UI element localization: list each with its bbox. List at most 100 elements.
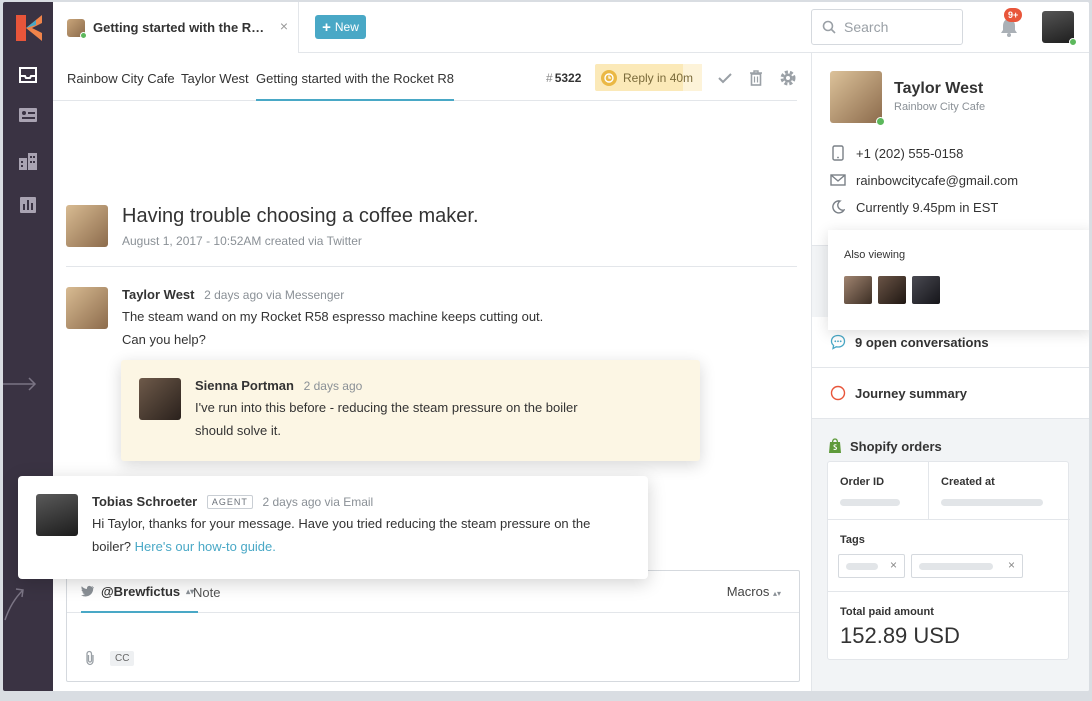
- remove-tag-icon[interactable]: ×: [890, 558, 897, 572]
- reply-composer[interactable]: @Brewfictus ▴▾ Note Macros ▴▾ CC: [66, 570, 800, 682]
- macros-dropdown[interactable]: Macros ▴▾: [727, 584, 781, 599]
- checkmark-icon[interactable]: [716, 69, 734, 87]
- message-header: Tobias Schroeter AGENT 2 days ago via Em…: [92, 494, 373, 509]
- viewer-avatar[interactable]: [844, 276, 872, 304]
- plus-icon: +: [322, 18, 331, 36]
- search-input[interactable]: Search: [811, 9, 963, 45]
- new-button[interactable]: + New: [315, 15, 366, 39]
- customer-avatar[interactable]: [830, 71, 885, 126]
- bar-chart-icon: [20, 197, 36, 213]
- note-tab[interactable]: Note: [193, 585, 220, 600]
- building-icon: [19, 153, 37, 170]
- tag-pill[interactable]: ×: [838, 554, 905, 578]
- message-time: 2 days ago: [303, 379, 363, 393]
- message-author: Sienna Portman: [195, 378, 294, 393]
- message-body: Hi Taylor, thanks for your message. Have…: [92, 516, 591, 554]
- shopify-title: Shopify orders: [850, 438, 942, 454]
- viewer-avatar[interactable]: [878, 276, 906, 304]
- inbox-icon: [19, 67, 37, 83]
- customer-phone[interactable]: +1 (202) 555-0158: [830, 145, 963, 161]
- placeholder-bar: [840, 499, 900, 506]
- subject-title: Having trouble choosing a coffee maker.: [122, 205, 479, 227]
- customer-profile: Taylor West Rainbow City Cafe +1 (202) 5…: [812, 53, 1089, 246]
- reply-timer[interactable]: Reply in 40m: [595, 64, 702, 91]
- subject-meta: August 1, 2017 - 10:52AM created via Twi…: [122, 234, 362, 248]
- kustomer-logo[interactable]: [16, 15, 42, 41]
- order-id-field: Order ID: [828, 462, 929, 520]
- created-at-field: Created at: [929, 462, 1070, 520]
- agent-badge: AGENT: [206, 495, 253, 509]
- tab-customer-avatar: [67, 18, 87, 39]
- message-header: Sienna Portman 2 days ago: [195, 378, 362, 393]
- online-indicator: [876, 117, 885, 126]
- envelope-icon: [830, 172, 846, 188]
- nav-reports[interactable]: [3, 190, 53, 220]
- breadcrumb-company[interactable]: Rainbow City Cafe: [67, 71, 175, 86]
- tab-title: Getting started with the R…: [93, 20, 265, 35]
- agent-reply-card: Tobias Schroeter AGENT 2 days ago via Em…: [18, 476, 648, 579]
- customer-avatar: [66, 287, 108, 329]
- notification-badge: 9+: [1004, 8, 1023, 22]
- conversation-tab[interactable]: Getting started with the R… ×: [53, 2, 299, 53]
- viewer-avatar[interactable]: [912, 276, 940, 304]
- app-window: Getting started with the R… × + New Sear…: [3, 2, 1089, 691]
- message-header: Taylor West 2 days ago via Messenger: [122, 287, 344, 302]
- agent-avatar: [36, 494, 78, 536]
- message-body: The steam wand on my Rocket R58 espresso…: [122, 309, 544, 347]
- search-icon: [822, 20, 836, 34]
- gear-icon[interactable]: [779, 69, 797, 87]
- tags-field: Tags × ×: [828, 520, 1070, 592]
- phone-icon: [830, 145, 846, 161]
- search-placeholder: Search: [844, 19, 889, 35]
- curved-arrow-icon: [4, 588, 24, 621]
- breadcrumb-customer[interactable]: Taylor West: [181, 71, 249, 86]
- total-paid-amount: 152.89 USD: [840, 623, 960, 648]
- new-button-label: New: [334, 20, 359, 34]
- customer-company[interactable]: Rainbow City Cafe: [894, 101, 985, 113]
- customer-name[interactable]: Taylor West: [894, 80, 983, 98]
- arrow-right-icon: [3, 377, 37, 391]
- nav-customers[interactable]: [3, 100, 53, 130]
- shopify-header: Shopify orders: [828, 438, 942, 454]
- placeholder-bar: [941, 499, 1043, 506]
- message-body: I've run into this before - reducing the…: [195, 400, 578, 438]
- nav-inbox[interactable]: [3, 60, 53, 90]
- online-indicator: [80, 31, 87, 39]
- ticket-number: #5322: [546, 71, 582, 85]
- message-time: 2 days ago via Messenger: [204, 288, 345, 302]
- left-nav-rail: [3, 2, 53, 691]
- message-customer: Taylor West 2 days ago via Messenger The…: [66, 287, 766, 357]
- customer-avatar: [66, 205, 108, 247]
- how-to-guide-link[interactable]: Here's our how-to guide.: [135, 539, 276, 554]
- conversation-pane: Rainbow City Cafe Taylor West Getting st…: [18, 53, 811, 691]
- current-user-avatar[interactable]: [1042, 11, 1077, 46]
- trash-icon[interactable]: [747, 69, 765, 87]
- online-indicator: [1069, 38, 1077, 46]
- journey-summary-label: Journey summary: [855, 385, 967, 401]
- total-paid-label: Total paid amount: [840, 606, 934, 618]
- tag-pill[interactable]: ×: [911, 554, 1023, 578]
- customer-email[interactable]: rainbowcitycafe@gmail.com: [830, 172, 1018, 188]
- breadcrumb-conversation[interactable]: Getting started with the Rocket R8: [256, 71, 454, 101]
- also-viewing-label: Also viewing: [844, 249, 906, 261]
- shopify-bag-icon: [829, 438, 841, 453]
- viewer-avatars: [844, 276, 940, 304]
- agent-avatar: [139, 378, 181, 420]
- journey-summary-link[interactable]: Journey summary: [812, 368, 1089, 419]
- message-author: Tobias Schroeter: [92, 494, 198, 509]
- conversation-subject: Having trouble choosing a coffee maker. …: [66, 205, 797, 267]
- open-conversations-label: 9 open conversations: [855, 334, 989, 350]
- paperclip-icon[interactable]: [83, 650, 97, 666]
- remove-tag-icon[interactable]: ×: [1008, 558, 1015, 572]
- nav-companies[interactable]: [3, 146, 53, 176]
- total-paid-field: Total paid amount 152.89 USD: [828, 592, 1070, 661]
- twitter-icon: [81, 585, 94, 597]
- internal-note-card: Sienna Portman 2 days ago I've run into …: [121, 360, 700, 461]
- chat-bubble-icon: [830, 334, 846, 350]
- clock-icon: [601, 69, 617, 86]
- id-card-icon: [19, 108, 37, 122]
- message-time: 2 days ago via Email: [262, 495, 374, 509]
- updown-chevron-icon: ▴▾: [772, 589, 781, 598]
- tab-close-icon[interactable]: ×: [280, 18, 288, 34]
- cc-button[interactable]: CC: [110, 651, 135, 666]
